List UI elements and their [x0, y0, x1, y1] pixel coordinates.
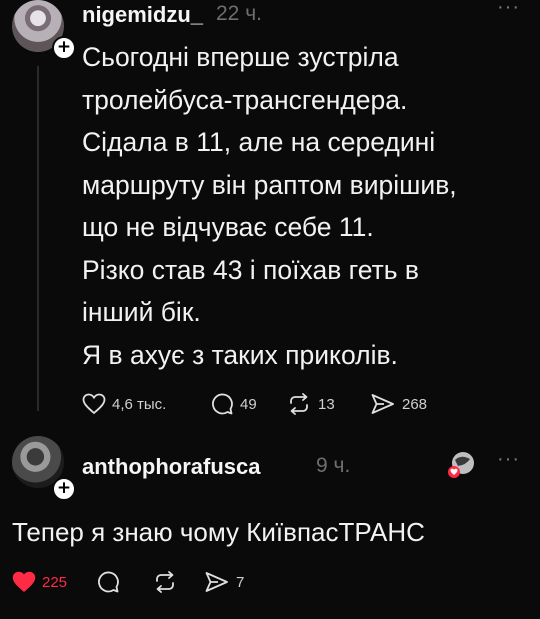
repost-icon: [156, 571, 174, 593]
post-actions: 225 7: [12, 570, 244, 594]
heart-icon: [12, 571, 36, 592]
post-body-line: інший бік.: [82, 297, 201, 327]
repost-count: 13: [318, 395, 335, 413]
follow-plus-icon[interactable]: +: [52, 477, 76, 501]
post-body: Сьогодні вперше зустріла тролейбуса-тран…: [82, 36, 522, 376]
post-body-line: що не відчуває себе 11.: [82, 212, 374, 242]
heart-icon: [82, 393, 106, 415]
more-options-icon[interactable]: ···: [497, 448, 520, 471]
repost-icon: [290, 393, 308, 415]
share-count: 7: [236, 573, 245, 591]
post-time: 9 ч.: [316, 454, 351, 477]
post-username[interactable]: nigemidzu_: [82, 2, 203, 28]
reaction-avatar-icon: [448, 452, 474, 478]
reply-count: 49: [240, 395, 257, 413]
reply-button[interactable]: 49: [210, 392, 286, 416]
thread-line: [37, 66, 39, 411]
post-body: Тепер я знаю чому КиївпасТРАНС: [12, 517, 425, 547]
like-count: 4,6 тыс.: [112, 395, 167, 413]
reply-button[interactable]: [96, 570, 152, 594]
post-actions: 4,6 тыс. 49 13 268: [82, 392, 427, 416]
post-body-line: Сьогодні вперше зустріла: [82, 42, 399, 72]
share-button[interactable]: 268: [370, 392, 427, 416]
post-1: + nigemidzu_ 22 ч. ··· Сьогодні вперше з…: [0, 0, 540, 430]
post-body-line: маршруту він раптом вирішив,: [82, 169, 457, 200]
like-count: 225: [42, 573, 68, 591]
like-button[interactable]: 225: [12, 571, 96, 593]
comment-icon: [98, 571, 119, 593]
comment-icon: [212, 393, 233, 415]
share-button[interactable]: 7: [204, 570, 244, 594]
post-time: 22 ч.: [216, 2, 262, 25]
more-options-icon[interactable]: ···: [497, 0, 520, 19]
share-count: 268: [402, 395, 428, 413]
post-body-line: Я в ахує з таких приколів.: [82, 339, 398, 370]
like-button[interactable]: 4,6 тыс.: [82, 393, 210, 415]
post-2: + anthophorafusca 9 ч. ··· Тепер я знаю …: [0, 430, 540, 619]
repost-button[interactable]: 13: [286, 392, 370, 416]
share-icon: [371, 394, 394, 414]
follow-plus-icon[interactable]: +: [52, 36, 76, 60]
share-icon: [205, 572, 228, 592]
post-body-line: Сідала в 11, але на середині: [82, 127, 436, 157]
post-username[interactable]: anthophorafusca: [82, 454, 260, 480]
post-body-line: тролейбуса-трансгендера.: [82, 84, 408, 115]
post-body-line: Різко став 43 і поїхав геть в: [82, 254, 419, 285]
repost-button[interactable]: [152, 570, 204, 594]
